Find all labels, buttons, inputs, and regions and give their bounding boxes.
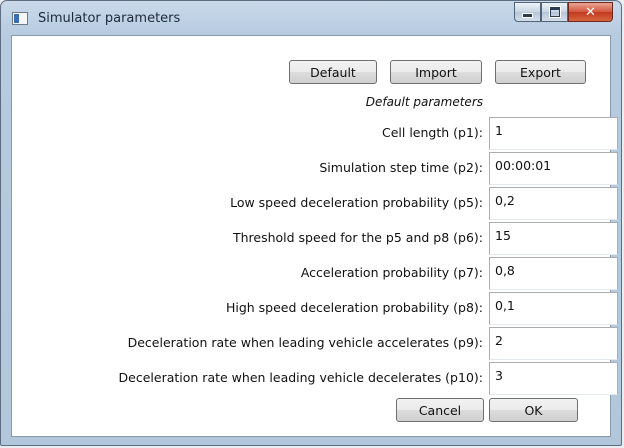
param-field-p7[interactable]: 0,8 <box>489 257 618 290</box>
param-label-p6: Threshold speed for the p5 and p8 (p6): <box>232 230 483 245</box>
caption-buttons: ✕ <box>514 2 613 22</box>
import-button[interactable]: Import <box>390 60 482 84</box>
default-button[interactable]: Default <box>289 60 377 84</box>
close-icon: ✕ <box>585 4 596 20</box>
param-field-p10[interactable]: 3 <box>489 362 618 395</box>
close-button[interactable]: ✕ <box>568 2 613 22</box>
param-field-p5[interactable]: 0,2 <box>489 187 618 220</box>
maximize-icon <box>549 7 560 17</box>
param-label-p8: High speed deceleration probability (p8)… <box>225 300 483 315</box>
title-bar[interactable]: Simulator parameters ✕ <box>1 1 621 35</box>
export-button[interactable]: Export <box>495 60 586 84</box>
param-label-p9: Deceleration rate when leading vehicle a… <box>127 335 483 350</box>
param-field-p1[interactable]: 1 <box>489 117 618 150</box>
window-app-icon[interactable] <box>12 12 28 25</box>
minimize-icon <box>522 12 533 18</box>
param-label-p2: Simulation step time (p2): <box>319 160 483 175</box>
param-label-p1: Cell length (p1): <box>381 125 483 140</box>
param-field-p2[interactable]: 00:00:01 <box>489 152 618 185</box>
section-subtitle: Default parameters <box>365 95 483 109</box>
window-title: Simulator parameters <box>38 11 181 26</box>
param-field-p9[interactable]: 2 <box>489 327 618 360</box>
param-label-p7: Acceleration probability (p7): <box>300 265 483 280</box>
maximize-button[interactable] <box>541 2 568 22</box>
ok-button[interactable]: OK <box>489 398 578 422</box>
param-field-p8[interactable]: 0,1 <box>489 292 618 325</box>
param-label-p5: Low speed deceleration probability (p5): <box>230 195 483 210</box>
minimize-button[interactable] <box>514 2 541 22</box>
param-label-p10: Deceleration rate when leading vehicle d… <box>118 370 483 385</box>
cancel-button[interactable]: Cancel <box>396 398 484 422</box>
param-field-p6[interactable]: 15 <box>489 222 618 255</box>
simulator-parameters-window: Simulator parameters ✕ Default Import Ex… <box>0 0 622 446</box>
dialog-content: Default Import Export Default parameters… <box>11 35 618 437</box>
